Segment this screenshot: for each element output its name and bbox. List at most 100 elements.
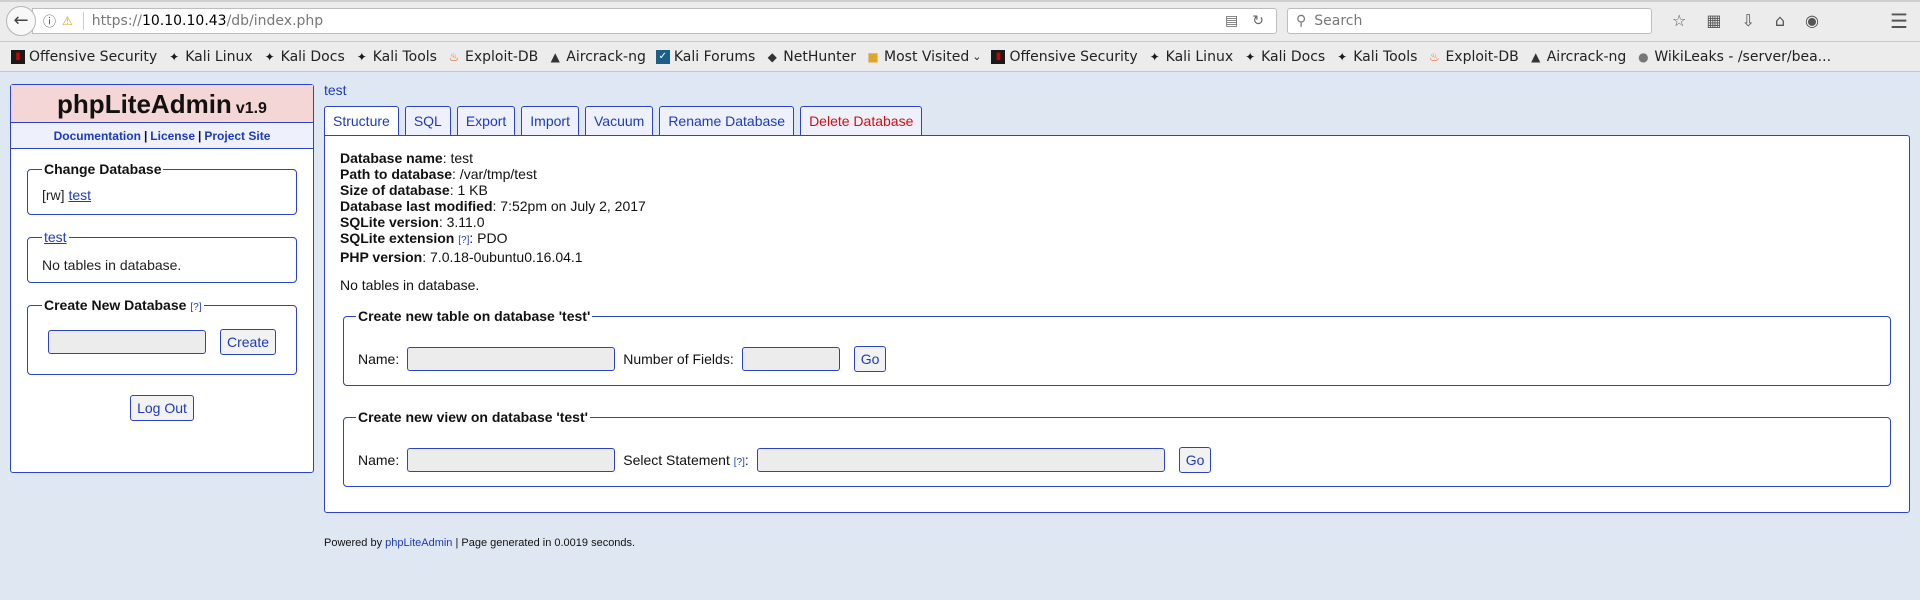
exploitdb-icon: ♨ — [1429, 49, 1440, 64]
help-link[interactable]: [?] — [734, 457, 745, 468]
bookmark-item[interactable]: ▲ Aircrack-ng — [1524, 49, 1632, 65]
kali-icon: ✦ — [264, 49, 275, 64]
download-icon[interactable]: ⇩ — [1741, 11, 1754, 30]
create-button[interactable]: Create — [220, 329, 277, 355]
url-actions: ▤ ↻ — [1225, 13, 1276, 29]
bookmark-item[interactable]: ♨ Exploit-DB — [1422, 49, 1523, 65]
info-row-size: Size of database: 1 KB — [340, 182, 488, 198]
home-icon[interactable]: ⌂ — [1775, 11, 1785, 30]
bookmark-item[interactable]: ◆ NetHunter — [760, 49, 861, 65]
browser-toolbar: ← ⓘ ⚠ https://10.10.10.43/db/index.php ▤… — [0, 0, 1920, 42]
pocket-icon[interactable]: ◉ — [1805, 11, 1819, 30]
kali-icon: ✦ — [1245, 49, 1256, 64]
create-database-legend: Create New Database [?] — [44, 297, 202, 313]
bookmark-item[interactable]: ✦ Kali Linux — [1143, 49, 1238, 65]
create-view-legend: Create new view on database 'test' — [358, 409, 588, 425]
current-database-box: test No tables in database. — [27, 229, 297, 283]
info-row-name: Database name: test — [340, 150, 474, 166]
documentation-link[interactable]: Documentation — [54, 129, 141, 143]
hamburger-menu-icon[interactable]: ☰ — [1890, 9, 1908, 33]
bookmark-item[interactable]: ✦ Kali Docs — [1238, 49, 1330, 65]
select-statement-input[interactable] — [756, 448, 1165, 472]
globe-icon: ● — [1638, 49, 1649, 64]
number-of-fields-input[interactable] — [741, 347, 840, 371]
url-separator — [82, 11, 84, 30]
view-name-input[interactable] — [407, 448, 616, 472]
breadcrumb[interactable]: test — [324, 82, 347, 98]
bookmark-item[interactable]: ✦ Kali Docs — [258, 49, 350, 65]
bookmark-folder[interactable]: ■ Most Visited ⌄ — [861, 49, 986, 65]
database-link-test[interactable]: test — [68, 187, 91, 203]
tab-vacuum[interactable]: Vacuum — [584, 106, 654, 135]
reload-icon[interactable]: ↻ — [1252, 13, 1264, 29]
license-link[interactable]: License — [150, 129, 195, 143]
bookmark-item[interactable]: ✓ Kali Forums — [651, 49, 760, 65]
footer-link[interactable]: phpLiteAdmin — [385, 537, 452, 549]
toolbar-icons: ☆ ▦ ⇩ ⌂ ◉ — [1672, 11, 1819, 30]
tab-delete-database[interactable]: Delete Database — [800, 106, 923, 135]
number-of-fields-label: Number of Fields: — [623, 351, 734, 367]
no-tables-text: No tables in database. — [42, 257, 182, 273]
tab-structure[interactable]: Structure — [324, 106, 399, 136]
change-database-box: Change Database [rw] test — [27, 161, 297, 215]
help-link[interactable]: [?] — [458, 235, 469, 246]
url-bar[interactable]: ⓘ ⚠ https://10.10.10.43/db/index.php ▤ ↻ — [32, 7, 1277, 34]
logout-row: Log Out — [11, 395, 313, 421]
search-placeholder: Search — [1314, 12, 1363, 29]
kali-forums-icon: ✓ — [655, 49, 670, 64]
bookmark-item[interactable]: ♨ Exploit-DB — [442, 49, 543, 65]
kali-icon: ✦ — [1149, 49, 1160, 64]
select-statement-label: Select Statement [?]: — [623, 452, 749, 468]
separator: | — [198, 129, 202, 143]
back-arrow-icon[interactable]: ← — [6, 5, 36, 36]
bookmark-item[interactable]: ● WikiLeaks - /server/bea... — [1631, 49, 1836, 65]
create-view-go-button[interactable]: Go — [1178, 447, 1212, 473]
search-bar[interactable]: ⚲ Search — [1287, 7, 1652, 34]
tab-import[interactable]: Import — [521, 106, 579, 135]
page-footer: Powered by phpLiteAdmin | Page generated… — [324, 537, 636, 549]
insecure-lock-icon[interactable]: ⚠ — [62, 14, 73, 28]
bookmark-item[interactable]: ▮ Offensive Security — [986, 49, 1142, 65]
separator: | — [143, 129, 148, 143]
logout-button[interactable]: Log Out — [130, 395, 194, 421]
library-icon[interactable]: ▦ — [1706, 11, 1721, 30]
bookmark-item[interactable]: ✦ Kali Tools — [350, 49, 442, 65]
info-icon[interactable]: ⓘ — [43, 11, 56, 30]
create-table-legend: Create new table on database 'test' — [358, 308, 591, 324]
kali-icon: ✦ — [1337, 49, 1348, 64]
tab-rename-database[interactable]: Rename Database — [659, 106, 795, 135]
info-row-php-version: PHP version: 7.0.18-0ubuntu0.16.04.1 — [340, 249, 583, 265]
help-link[interactable]: [?] — [190, 302, 201, 313]
tab-sql[interactable]: SQL — [404, 106, 451, 135]
bookmark-item[interactable]: ▮ Offensive Security — [6, 49, 162, 65]
new-database-input[interactable] — [48, 330, 206, 354]
app-version: v1.9 — [235, 100, 267, 117]
offsec-icon: ▮ — [991, 49, 1006, 64]
offsec-icon: ▮ — [11, 49, 25, 64]
create-table-go-button[interactable]: Go — [853, 346, 887, 372]
current-database-link[interactable]: test — [44, 229, 67, 245]
main-panel: Database name: test Path to database: /v… — [324, 135, 1910, 513]
permission-label: [rw] — [42, 187, 65, 203]
page-content: phpLiteAdmin v1.9 Documentation | License | P… — [0, 72, 1920, 600]
url-prefix: https:// — [91, 12, 142, 29]
create-view-box: Create new view on database 'test' Name:… — [343, 409, 1891, 487]
reader-view-icon[interactable]: ▤ — [1225, 13, 1238, 29]
bookmarks-bar: ▮ Offensive Security ✦ Kali Linux ✦ Kali Do… — [0, 42, 1920, 72]
info-row-sqlite-version: SQLite version: 3.11.0 — [340, 214, 485, 230]
database-entry: [rw] test — [42, 187, 282, 203]
kali-icon: ✦ — [169, 49, 180, 64]
bookmark-item[interactable]: ✦ Kali Linux — [162, 49, 257, 65]
change-database-legend: Change Database — [44, 161, 162, 177]
bookmark-item[interactable]: ▲ Aircrack-ng — [543, 49, 651, 65]
table-name-input[interactable] — [407, 347, 616, 371]
app-logo[interactable]: phpLiteAdmin v1.9 — [11, 85, 313, 123]
bookmark-item[interactable]: ✦ Kali Tools — [1330, 49, 1422, 65]
project-site-link[interactable]: Project Site — [204, 129, 270, 143]
tab-export[interactable]: Export — [456, 106, 516, 135]
app-name: phpLiteAdmin — [57, 89, 232, 119]
search-icon: ⚲ — [1296, 12, 1307, 29]
aircrack-icon: ▲ — [1531, 49, 1541, 64]
bookmark-star-icon[interactable]: ☆ — [1672, 11, 1686, 30]
info-row-modified: Database last modified: 7:52pm on July 2… — [340, 198, 646, 214]
